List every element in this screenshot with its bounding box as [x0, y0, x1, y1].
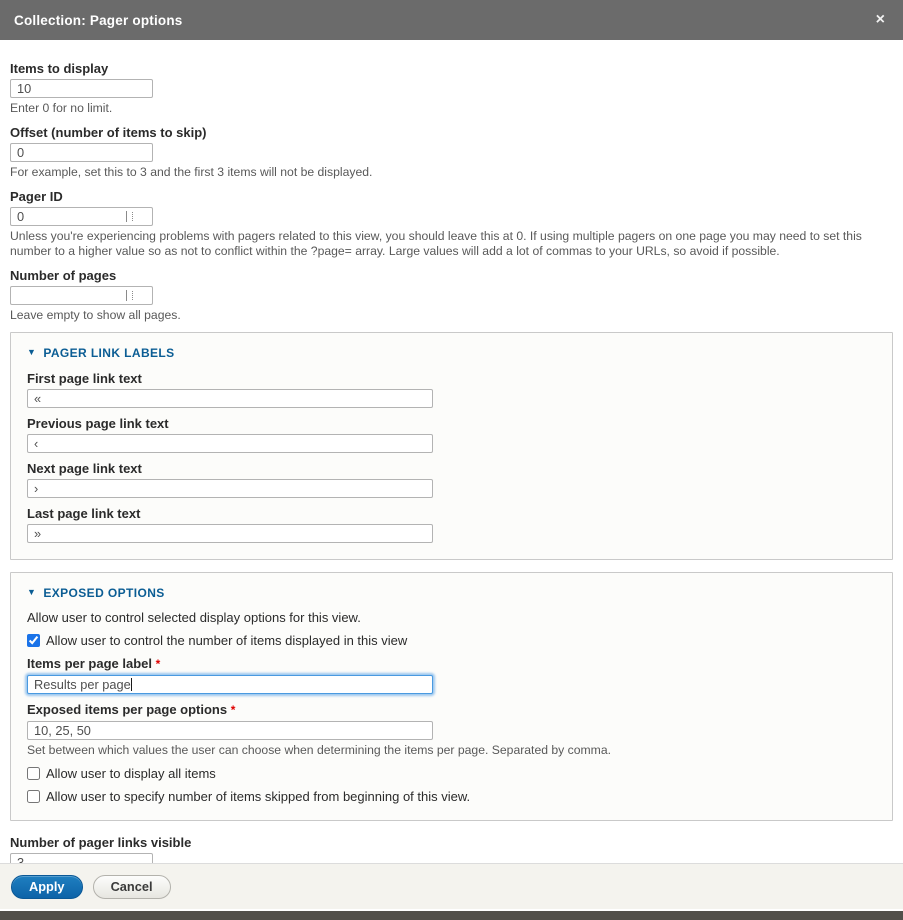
- display-all-checkbox[interactable]: [27, 767, 40, 780]
- skip-items-checkbox-row: Allow user to specify number of items sk…: [27, 789, 876, 804]
- offset-description: For example, set this to 3 and the first…: [10, 165, 893, 180]
- dialog-content: Items to display Enter 0 for no limit. O…: [0, 40, 903, 863]
- items-to-display-field: Items to display Enter 0 for no limit.: [10, 61, 893, 116]
- next-page-link-label: Next page link text: [27, 461, 876, 476]
- items-per-page-label-label: Items per page label *: [27, 656, 876, 672]
- number-of-pages-label: Number of pages: [10, 268, 893, 283]
- pager-id-label: Pager ID: [10, 189, 893, 204]
- previous-page-link-field: Previous page link text: [27, 416, 876, 453]
- next-page-link-input[interactable]: [27, 479, 433, 498]
- number-of-pages-description: Leave empty to show all pages.: [10, 308, 893, 323]
- collapse-arrow-icon: ▼: [27, 347, 36, 357]
- pager-id-description: Unless you're experiencing problems with…: [10, 229, 893, 259]
- items-to-display-input[interactable]: [10, 79, 153, 98]
- first-page-link-field: First page link text: [27, 371, 876, 408]
- cancel-button[interactable]: Cancel: [93, 875, 171, 899]
- exposed-options-legend[interactable]: ▼ EXPOSED OPTIONS: [27, 573, 876, 600]
- pager-links-visible-label: Number of pager links visible: [10, 835, 893, 850]
- control-items-checkbox-row: Allow user to control the number of item…: [27, 633, 876, 648]
- exposed-options-intro: Allow user to control selected display o…: [27, 611, 876, 625]
- pager-link-labels-legend[interactable]: ▼ PAGER LINK LABELS: [27, 333, 876, 360]
- last-page-link-input[interactable]: [27, 524, 433, 543]
- display-all-checkbox-label: Allow user to display all items: [46, 766, 216, 781]
- previous-page-link-input[interactable]: [27, 434, 433, 453]
- dialog-titlebar: Collection: Pager options ×: [0, 0, 903, 40]
- required-mark: *: [156, 657, 161, 671]
- text-caret: [131, 678, 132, 691]
- items-to-display-description: Enter 0 for no limit.: [10, 101, 893, 116]
- number-of-pages-field: Number of pages Leave empty to show all …: [10, 268, 893, 323]
- items-to-display-label: Items to display: [10, 61, 893, 76]
- offset-field: Offset (number of items to skip) For exa…: [10, 125, 893, 180]
- skip-items-checkbox[interactable]: [27, 790, 40, 803]
- items-per-page-options-description: Set between which values the user can ch…: [27, 743, 876, 758]
- items-per-page-label-field: Items per page label * Results per page: [27, 656, 876, 694]
- control-items-checkbox[interactable]: [27, 634, 40, 647]
- pager-id-field: Pager ID Unless you're experiencing prob…: [10, 189, 893, 259]
- control-items-checkbox-label: Allow user to control the number of item…: [46, 633, 407, 648]
- exposed-options-legend-text: EXPOSED OPTIONS: [43, 586, 164, 600]
- dialog-title: Collection: Pager options: [14, 13, 183, 28]
- last-page-link-field: Last page link text: [27, 506, 876, 543]
- offset-input[interactable]: [10, 143, 153, 162]
- required-mark: *: [231, 703, 236, 717]
- next-page-link-field: Next page link text: [27, 461, 876, 498]
- dialog-footer: Apply Cancel: [0, 864, 903, 909]
- items-per-page-options-field: Exposed items per page options * Set bet…: [27, 702, 876, 758]
- last-page-link-label: Last page link text: [27, 506, 876, 521]
- pager-id-input[interactable]: [10, 207, 153, 226]
- first-page-link-input[interactable]: [27, 389, 433, 408]
- exposed-options-fieldset: ▼ EXPOSED OPTIONS Allow user to control …: [10, 572, 893, 821]
- pager-links-visible-field: Number of pager links visible Specify th…: [10, 835, 893, 863]
- items-per-page-options-input[interactable]: [27, 721, 433, 740]
- skip-items-checkbox-label: Allow user to specify number of items sk…: [46, 789, 470, 804]
- pager-link-labels-legend-text: PAGER LINK LABELS: [43, 346, 174, 360]
- offset-label: Offset (number of items to skip): [10, 125, 893, 140]
- number-of-pages-input[interactable]: [10, 286, 153, 305]
- pager-links-visible-input[interactable]: [10, 853, 153, 863]
- pager-link-labels-fieldset: ▼ PAGER LINK LABELS First page link text…: [10, 332, 893, 560]
- collapse-arrow-icon: ▼: [27, 587, 36, 597]
- items-per-page-label-input[interactable]: Results per page: [27, 675, 433, 694]
- display-all-checkbox-row: Allow user to display all items: [27, 766, 876, 781]
- close-icon[interactable]: ×: [872, 10, 889, 30]
- items-per-page-options-label: Exposed items per page options *: [27, 702, 876, 718]
- apply-button[interactable]: Apply: [11, 875, 83, 899]
- first-page-link-label: First page link text: [27, 371, 876, 386]
- page-background-strip: [0, 911, 903, 920]
- previous-page-link-label: Previous page link text: [27, 416, 876, 431]
